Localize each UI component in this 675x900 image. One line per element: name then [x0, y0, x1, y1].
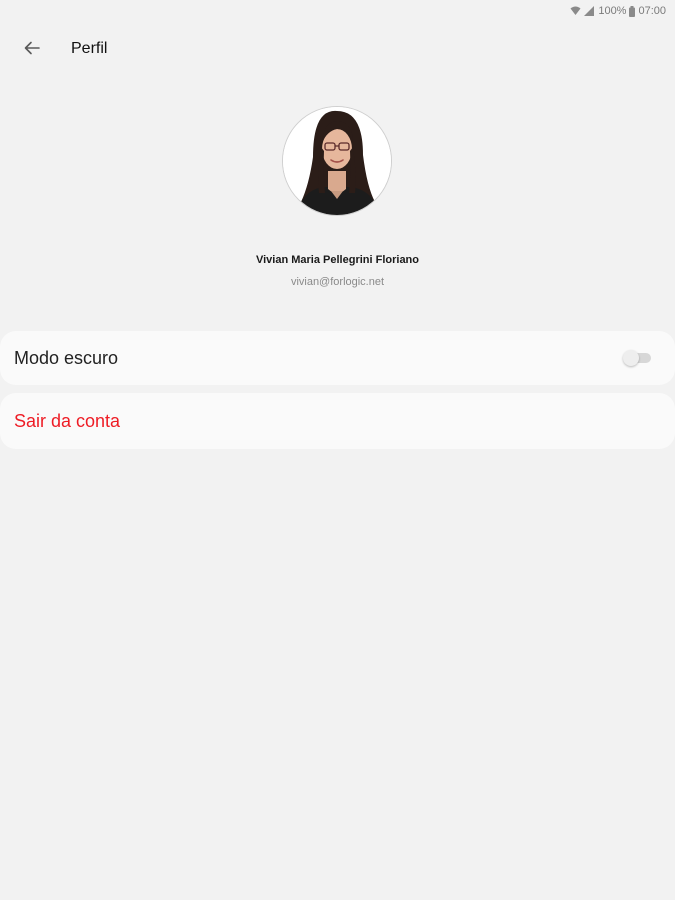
- arrow-left-icon: [23, 39, 41, 62]
- back-button[interactable]: [14, 35, 50, 65]
- signal-icon: [584, 6, 595, 16]
- status-bar: 100% 07:00: [0, 0, 675, 22]
- dark-mode-row[interactable]: Modo escuro: [0, 331, 675, 385]
- page-title: Perfil: [71, 40, 108, 57]
- logout-label: Sair da conta: [14, 410, 121, 431]
- logout-button[interactable]: Sair da conta: [0, 393, 675, 449]
- status-time: 07:00: [638, 5, 666, 17]
- wifi-icon: [570, 6, 581, 16]
- toggle-thumb: [623, 350, 639, 366]
- user-name: Vivian Maria Pellegrini Floriano: [255, 254, 419, 266]
- battery-icon: [629, 5, 636, 17]
- battery-percent: 100%: [598, 5, 627, 17]
- avatar-photo: [283, 107, 391, 215]
- dark-mode-toggle[interactable]: [623, 350, 651, 366]
- avatar[interactable]: [282, 106, 392, 216]
- app-bar: Perfil: [0, 30, 675, 70]
- dark-mode-label: Modo escuro: [14, 347, 119, 368]
- user-email: vivian@forlogic.net: [290, 276, 385, 288]
